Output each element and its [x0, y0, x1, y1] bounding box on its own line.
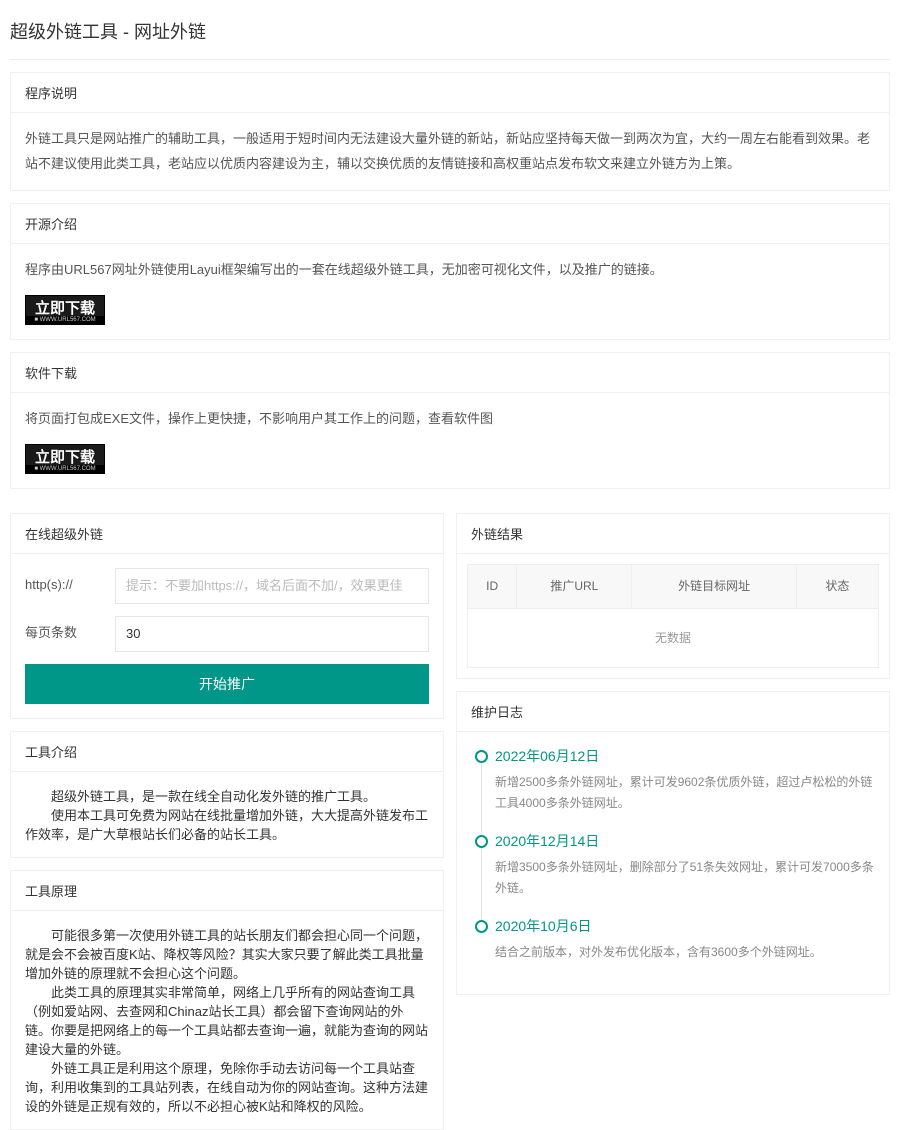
tool-principle-p1: 可能很多第一次使用外链工具的站长朋友们都会担心同一个问题，就是会不会被百度K站、…	[25, 925, 429, 982]
timeline-desc: 结合之前版本，对外发布优化版本，含有3600多个外链网址。	[495, 942, 875, 962]
timeline-date: 2022年06月12日	[495, 746, 875, 766]
col-status: 状态	[796, 564, 878, 608]
col-url: 推广URL	[517, 564, 632, 608]
opensource-download-button[interactable]: 立即下载	[25, 295, 105, 325]
tool-intro-header: 工具介绍	[11, 732, 443, 772]
tool-intro-card: 工具介绍 超级外链工具，是一款在线全自动化发外链的推广工具。 使用本工具可免费为…	[10, 731, 444, 858]
tool-intro-p2: 使用本工具可免费为网站在线批量增加外链，大大提高外链发布工作效率，是广大草根站长…	[25, 805, 429, 843]
software-header: 软件下载	[11, 353, 889, 393]
result-table: ID 推广URL 外链目标网址 状态 无数据	[467, 564, 879, 669]
changelog-card: 维护日志 2022年06月12日 新增2500多条外链网址，累计可发9602条优…	[456, 691, 890, 995]
timeline-desc: 新增2500多条外链网址，累计可发9602条优质外链，超过卢松松的外链工具400…	[495, 772, 875, 813]
timeline-item: 2020年10月6日 结合之前版本，对外发布优化版本，含有3600多个外链网址。	[471, 916, 875, 980]
software-download-button[interactable]: 立即下载	[25, 444, 105, 474]
opensource-header: 开源介绍	[11, 204, 889, 244]
pagesize-input[interactable]	[115, 616, 429, 652]
intro-card: 程序说明 外链工具只是网站推广的辅助工具，一般适用于短时间内无法建设大量外链的新…	[10, 72, 890, 191]
url-label: http(s)://	[25, 573, 115, 598]
result-card: 外链结果 ID 推广URL 外链目标网址 状态 无数据	[456, 513, 890, 680]
tool-principle-p2: 此类工具的原理其实非常简单，网络上几乎所有的网站查询工具（例如爱站网、去查网和C…	[25, 982, 429, 1058]
changelog-header: 维护日志	[457, 692, 889, 732]
form-header: 在线超级外链	[11, 514, 443, 554]
opensource-body: 程序由URL567网址外链使用Layui框架编写出的一套在线超级外链工具，无加密…	[25, 258, 875, 283]
tool-principle-card: 工具原理 可能很多第一次使用外链工具的站长朋友们都会担心同一个问题，就是会不会被…	[10, 870, 444, 1130]
tool-principle-p3: 外链工具正是利用这个原理，免除你手动去访问每一个工具站查询，利用收集到的工具站列…	[25, 1058, 429, 1115]
submit-button[interactable]: 开始推广	[25, 664, 429, 704]
timeline-desc: 新增3500多条外链网址，删除部分了51条失效网址，累计可发7000多条外链。	[495, 857, 875, 898]
result-header: 外链结果	[457, 514, 889, 554]
software-body: 将页面打包成EXE文件，操作上更快捷，不影响用户其工作上的问题，查看软件图	[25, 407, 875, 432]
page-title: 超级外链工具 - 网址外链	[10, 0, 890, 60]
timeline-item: 2020年12月14日 新增3500多条外链网址，删除部分了51条失效网址，累计…	[471, 831, 875, 916]
pagesize-label: 每页条数	[25, 621, 115, 646]
col-target: 外链目标网址	[632, 564, 796, 608]
tool-principle-header: 工具原理	[11, 871, 443, 911]
form-card: 在线超级外链 http(s):// 每页条数 开始推广	[10, 513, 444, 719]
opensource-card: 开源介绍 程序由URL567网址外链使用Layui框架编写出的一套在线超级外链工…	[10, 203, 890, 340]
intro-body: 外链工具只是网站推广的辅助工具，一般适用于短时间内无法建设大量外链的新站，新站应…	[11, 113, 889, 190]
intro-header: 程序说明	[11, 73, 889, 113]
timeline-item: 2022年06月12日 新增2500多条外链网址，累计可发9602条优质外链，超…	[471, 746, 875, 831]
timeline-date: 2020年10月6日	[495, 916, 875, 936]
timeline-date: 2020年12月14日	[495, 831, 875, 851]
url-input[interactable]	[115, 568, 429, 604]
software-card: 软件下载 将页面打包成EXE文件，操作上更快捷，不影响用户其工作上的问题，查看软…	[10, 352, 890, 489]
result-empty: 无数据	[468, 608, 879, 668]
col-id: ID	[468, 564, 517, 608]
tool-intro-p1: 超级外链工具，是一款在线全自动化发外链的推广工具。	[25, 786, 429, 805]
